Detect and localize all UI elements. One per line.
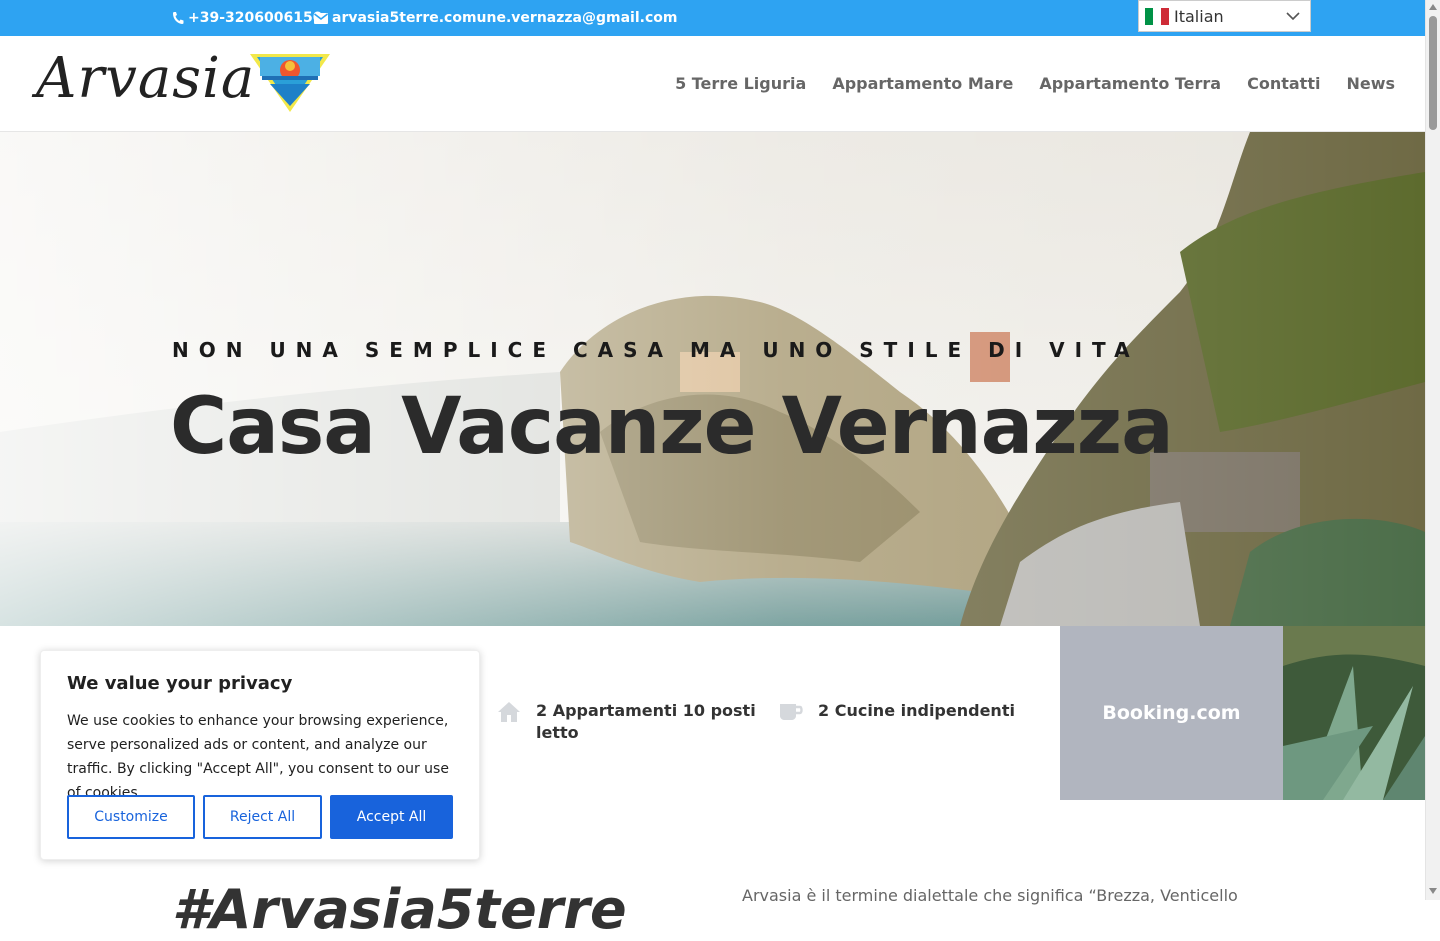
feature-apartments: 2 Appartamenti 10 posti letto <box>496 700 756 744</box>
nav-item-appartamento-mare[interactable]: Appartamento Mare <box>832 74 1013 93</box>
nav-item-contatti[interactable]: Contatti <box>1247 74 1320 93</box>
language-label: Italian <box>1174 6 1224 26</box>
hero-background-image <box>0 132 1425 626</box>
nav-item-appartamento-terra[interactable]: Appartamento Terra <box>1039 74 1221 93</box>
house-icon <box>498 702 520 722</box>
cup-icon <box>780 704 803 720</box>
nav-item-news[interactable]: News <box>1346 74 1395 93</box>
feature-kitchens-label: 2 Cucine indipendenti <box>818 701 1015 720</box>
hero-section: NON UNA SEMPLICE CASA MA UNO STILE DI VI… <box>0 132 1425 626</box>
cookie-title: We value your privacy <box>67 673 293 694</box>
logo-text: Arvasia <box>36 46 256 111</box>
feature-apartments-label: 2 Appartamenti 10 posti letto <box>536 701 756 742</box>
hero-subtitle: NON UNA SEMPLICE CASA MA UNO STILE DI VI… <box>172 338 1140 362</box>
phone-contact[interactable]: +39-3206006150 <box>172 10 322 26</box>
content-intro: Arvasia è il termine dialettale che sign… <box>742 886 1238 905</box>
phone-icon <box>173 12 184 24</box>
customize-button[interactable]: Customize <box>67 795 195 839</box>
nav-item-5-terre-liguria[interactable]: 5 Terre Liguria <box>675 74 806 93</box>
feature-kitchens: 2 Cucine indipendenti <box>778 700 1038 722</box>
logo-triangle-icon <box>250 54 330 112</box>
hero-title: Casa Vacanze Vernazza <box>170 382 1174 472</box>
content-heading: #Arvasia5terre <box>172 878 627 941</box>
accept-all-button[interactable]: Accept All <box>330 795 453 839</box>
agave-image <box>1283 626 1425 800</box>
main-nav: 5 Terre Liguria Appartamento Mare Appart… <box>675 74 1395 93</box>
italy-flag-icon <box>1145 7 1169 25</box>
chevron-down-icon <box>1286 12 1300 21</box>
scroll-down-arrow-icon[interactable] <box>1429 888 1437 894</box>
reject-all-button[interactable]: Reject All <box>203 795 322 839</box>
cookie-consent-banner: We value your privacy We use cookies to … <box>40 650 480 860</box>
booking-link[interactable]: Booking.com <box>1060 626 1283 800</box>
top-bar: +39-3206006150 arvasia5terre.comune.vern… <box>0 0 1425 36</box>
site-header: Arvasia 5 Terre Liguria Appartamento Mar… <box>0 36 1425 132</box>
page-scrollbar[interactable] <box>1425 0 1440 900</box>
phone-number: +39-3206006150 <box>188 10 323 26</box>
booking-label: Booking.com <box>1102 702 1241 724</box>
scrollbar-thumb[interactable] <box>1429 16 1437 130</box>
scroll-up-arrow-icon[interactable] <box>1429 4 1437 10</box>
cookie-text: We use cookies to enhance your browsing … <box>67 713 449 801</box>
email-icon <box>314 12 328 24</box>
language-selector[interactable]: Italian <box>1138 0 1311 32</box>
agave-photo <box>1283 626 1425 800</box>
email-contact[interactable]: arvasia5terre.comune.vernazza@gmail.com <box>314 10 677 26</box>
email-address: arvasia5terre.comune.vernazza@gmail.com <box>332 10 678 26</box>
